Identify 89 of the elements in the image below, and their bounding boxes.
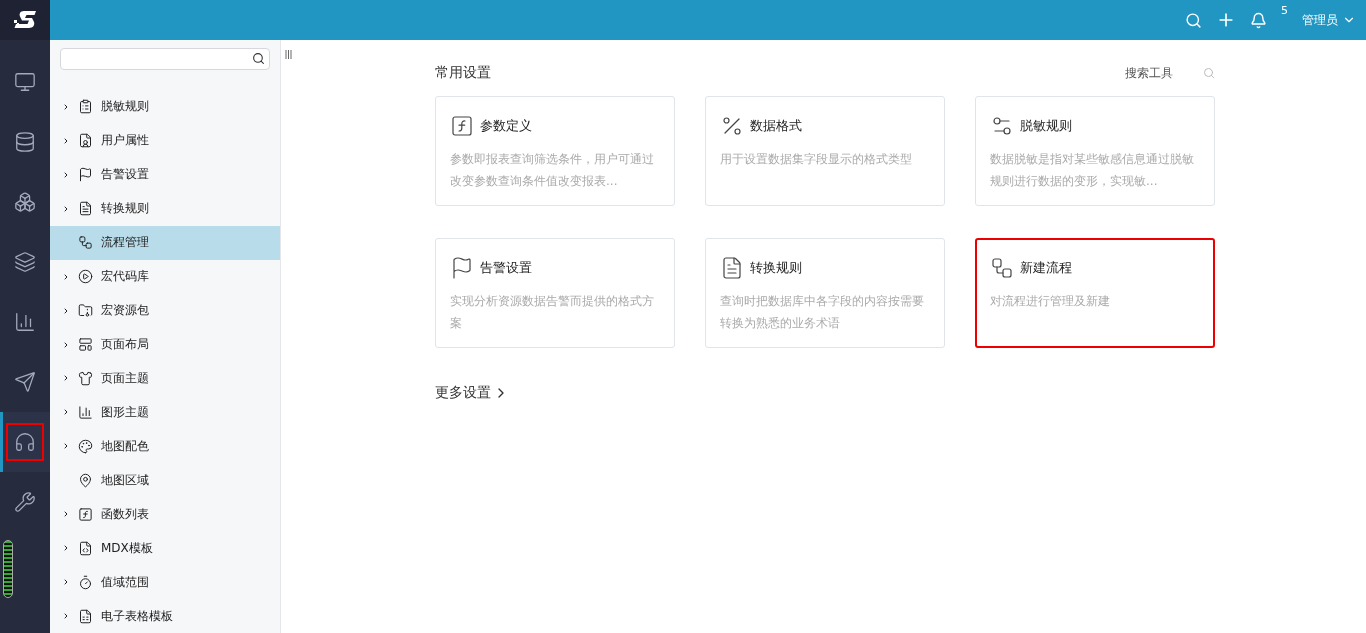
tree-item[interactable]: 值域范围 [50, 565, 280, 600]
play-icon [78, 269, 93, 285]
settings-card[interactable]: 新建流程 对流程进行管理及新建 [975, 238, 1215, 348]
headset-icon [14, 431, 36, 453]
chevron-icon [62, 611, 70, 621]
notification-button[interactable] [1250, 11, 1267, 29]
code-file-icon [78, 540, 93, 556]
wrench-icon [14, 491, 36, 513]
card-description: 数据脱敏是指对某些敏感信息通过脱敏规则进行数据的变形，实现敏... [990, 151, 1195, 190]
tree-item-label: 页面主题 [101, 369, 149, 387]
more-settings-link[interactable]: 更多设置 [435, 384, 509, 402]
card-description: 实现分析资源数据告警而提供的格式方案 [450, 293, 655, 332]
settings-card[interactable]: 告警设置 实现分析资源数据告警而提供的格式方案 [435, 238, 675, 348]
tree-item-label: 地图配色 [101, 437, 149, 455]
document-icon [720, 256, 744, 280]
tree-item[interactable]: 页面主题 [50, 361, 280, 396]
card-title: 数据格式 [750, 117, 802, 135]
tree-item-label: 流程管理 [101, 234, 149, 252]
archive-icon [78, 303, 93, 319]
card-description: 参数即报表查询筛选条件，用户可通过改变参数查询条件值改变报表... [450, 151, 655, 190]
spreadsheet-icon [78, 608, 93, 624]
palette-icon [78, 438, 93, 454]
workflow-icon [990, 256, 1014, 280]
tree-item[interactable]: 流程管理 [50, 225, 280, 260]
settings-card[interactable]: 脱敏规则 数据脱敏是指对某些敏感信息通过脱敏规则进行数据的变形，实现敏... [975, 96, 1215, 206]
scroll-meter[interactable] [3, 540, 13, 598]
tree-item[interactable]: 页面布局 [50, 327, 280, 362]
tree-item[interactable]: 告警设置 [50, 157, 280, 192]
tree-item-label: 告警设置 [101, 166, 149, 184]
function-icon [78, 506, 93, 522]
tree-item-label: 图形主题 [101, 403, 149, 421]
tree-item[interactable]: 地图区域 [50, 463, 280, 498]
settings-card[interactable]: 参数定义 参数即报表查询筛选条件，用户可通过改变参数查询条件值改变报表... [435, 96, 675, 206]
tree-item[interactable]: 宏资源包 [50, 293, 280, 328]
tree-item[interactable]: 用户属性 [50, 123, 280, 158]
card-title: 新建流程 [1020, 259, 1072, 277]
bar-chart-icon [14, 311, 36, 333]
boxes-icon [14, 191, 36, 213]
settings-card[interactable]: 数据格式 用于设置数据集字段显示的格式类型 [705, 96, 945, 206]
database-icon [14, 131, 36, 153]
tree-item-label: 用户属性 [101, 132, 149, 150]
search-icon [252, 52, 265, 66]
clipboard-icon [78, 99, 93, 115]
monitor-icon [14, 71, 36, 93]
tree-item-label: MDX模板 [101, 539, 153, 557]
card-description: 查询时把数据库中各字段的内容按需要转换为熟悉的业务术语 [720, 293, 925, 332]
document-icon [78, 201, 93, 217]
column-chart-icon [78, 404, 93, 420]
settings-card[interactable]: 转换规则 查询时把数据库中各字段的内容按需要转换为熟悉的业务术语 [705, 238, 945, 348]
paper-plane-icon [14, 371, 36, 393]
tree-item-label: 电子表格模板 [101, 607, 173, 625]
tree-item-label: 函数列表 [101, 505, 149, 523]
tree-item-label: 脱敏规则 [101, 98, 149, 116]
card-description: 对流程进行管理及新建 [990, 293, 1111, 310]
card-title: 告警设置 [480, 259, 532, 277]
flag-icon [450, 256, 474, 280]
layers-icon [14, 251, 36, 273]
workflow-icon [78, 235, 93, 251]
search-field[interactable] [60, 48, 270, 70]
tree-item[interactable]: 图形主题 [50, 395, 280, 430]
card-title: 脱敏规则 [1020, 117, 1072, 135]
tree-item-label: 值域范围 [101, 573, 149, 591]
tree-item-label: 宏代码库 [101, 268, 149, 286]
tree-item[interactable]: 函数列表 [50, 497, 280, 532]
tree-item-label: 页面布局 [101, 336, 149, 353]
tree-item-label: 地图区域 [101, 471, 149, 489]
splitter-grip-icon[interactable] [284, 50, 292, 59]
search-tool-link[interactable]: 搜索工具 [1125, 64, 1173, 82]
flag-icon [78, 167, 93, 183]
tree-item[interactable]: 宏代码库 [50, 259, 280, 294]
shirt-icon [78, 370, 93, 386]
tree-item[interactable]: 转换规则 [50, 191, 280, 226]
tree-item[interactable]: 地图配色 [50, 429, 280, 464]
timer-icon [78, 574, 93, 590]
tree-item-label: 宏资源包 [101, 302, 149, 320]
notification-count: 5 [1281, 4, 1288, 17]
tree-item-label: 转换规则 [101, 200, 149, 218]
search-button[interactable] [1185, 11, 1202, 29]
tree-item[interactable]: MDX模板 [50, 531, 280, 566]
map-pin-icon [78, 472, 93, 488]
card-description: 用于设置数据集字段显示的格式类型 [720, 151, 913, 168]
percent-icon [720, 114, 744, 138]
card-title: 参数定义 [480, 117, 532, 135]
section-title: 常用设置 [435, 64, 491, 82]
layout-icon [78, 337, 93, 352]
tree-item[interactable]: 脱敏规则 [50, 89, 280, 124]
file-user-icon [78, 133, 93, 149]
tree-item[interactable]: 电子表格模板 [50, 599, 280, 633]
card-title: 转换规则 [750, 259, 802, 277]
